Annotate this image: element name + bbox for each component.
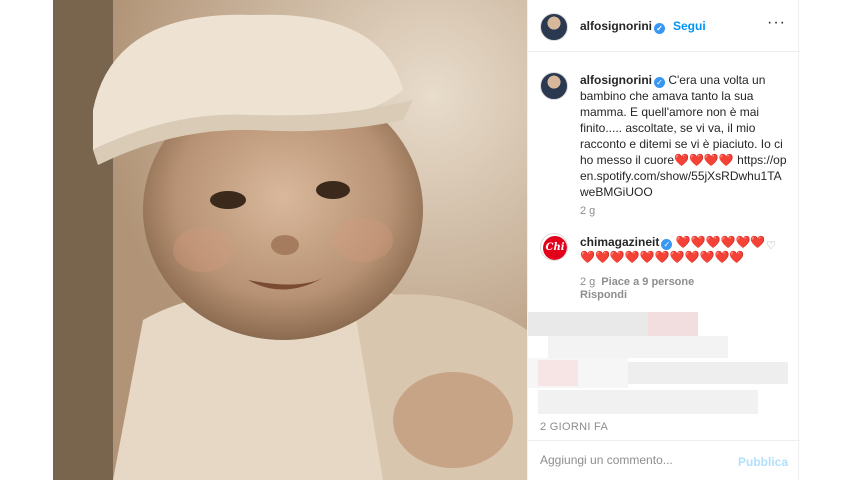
verified-badge-icon: ✓ — [661, 239, 673, 250]
post-side-panel: alfosignorini✓ • Segui ··· alfosignorini… — [527, 0, 800, 480]
reply-button[interactable]: Rispondi — [580, 289, 627, 301]
caption-text: alfosignorini ✓ C'era una volta un bambin… — [580, 72, 790, 200]
comment-input[interactable] — [540, 453, 730, 467]
comment-likes-count[interactable]: Piace a 9 persone — [601, 276, 694, 288]
blur-block — [538, 390, 758, 414]
blurred-area — [528, 312, 800, 422]
blur-block — [538, 360, 578, 386]
author-avatar[interactable] — [540, 13, 568, 41]
blur-block — [628, 362, 788, 384]
instagram-post-view: alfosignorini✓ • Segui ··· alfosignorini… — [0, 0, 854, 480]
comment-like-heart-icon[interactable]: ♡ — [766, 239, 776, 252]
commenter-avatar[interactable]: Chi — [540, 233, 568, 261]
caption-author-avatar[interactable] — [540, 72, 568, 100]
chi-logo: Chi — [543, 236, 567, 260]
more-options-icon[interactable]: ··· — [767, 14, 786, 32]
author-username-text[interactable]: alfosignorini — [580, 19, 652, 33]
comment-text: chimagazineit ✓ ❤️❤️❤️❤️❤️❤️❤️❤️❤️❤️❤️❤️❤… — [580, 235, 770, 265]
comment-meta: 2 g Piace a 9 persone — [580, 276, 694, 288]
caption-username[interactable]: alfosignorini — [580, 73, 652, 87]
blur-block — [648, 312, 698, 336]
publish-button[interactable]: Pubblica — [738, 455, 788, 469]
commenter-username[interactable]: chimagazineit — [580, 235, 659, 249]
blur-block — [548, 336, 728, 358]
follow-button[interactable]: Segui — [673, 19, 706, 33]
post-timestamp: 2 GIORNI FA — [540, 421, 609, 433]
comment-timestamp[interactable]: 2 g — [580, 276, 595, 288]
post-photo[interactable] — [53, 0, 527, 480]
verified-badge-icon: ✓ — [654, 23, 665, 34]
post-header: alfosignorini✓ • Segui ··· — [528, 0, 800, 52]
caption-timestamp[interactable]: 2 g — [580, 205, 595, 217]
baby-photo-illustration — [53, 0, 527, 480]
author-username-header[interactable]: alfosignorini ✓ — [580, 19, 665, 34]
caption-hearts: ❤️❤️❤️❤️ — [674, 153, 734, 167]
blur-block — [528, 312, 648, 336]
add-comment-bar: Pubblica — [528, 440, 800, 480]
verified-badge-icon: ✓ — [654, 77, 665, 88]
